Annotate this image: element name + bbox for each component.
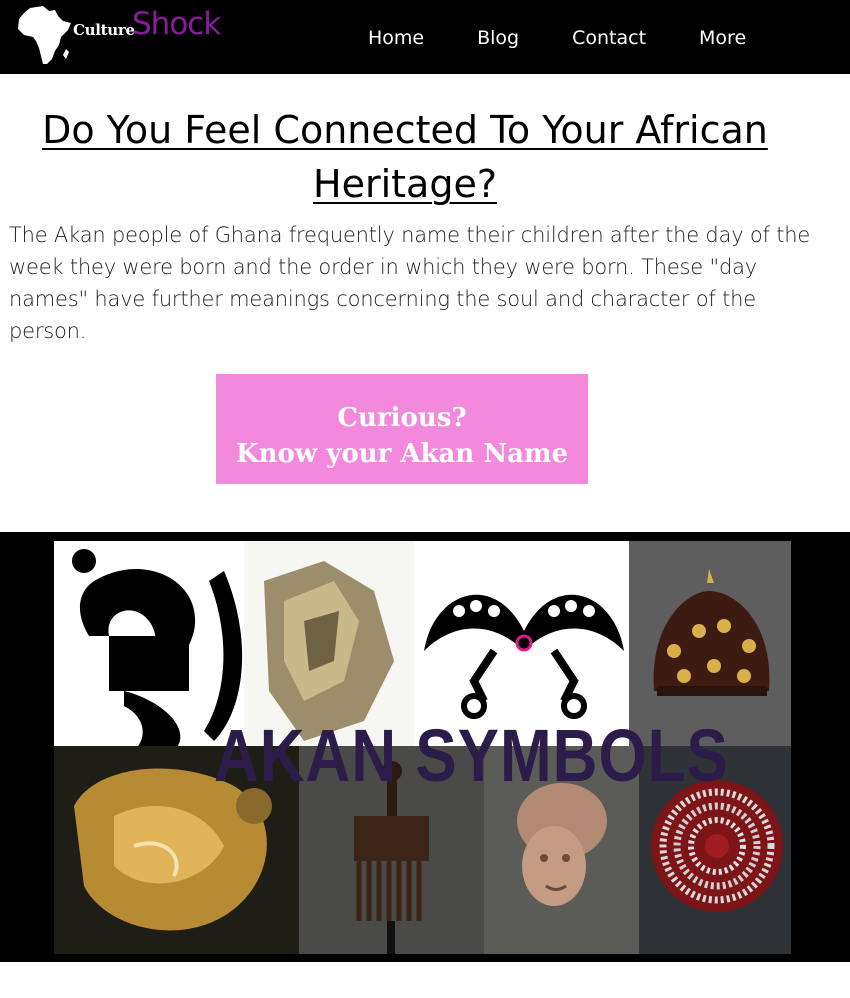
navbar: Culture Shock Home Blog Contact More — [0, 0, 850, 74]
cta-line-1: Curious? — [337, 402, 467, 433]
nav-home-link[interactable]: Home — [368, 27, 424, 49]
site-logo[interactable]: Culture Shock — [16, 4, 246, 68]
africa-map-icon — [18, 6, 71, 64]
logo-shock-text: Shock — [132, 6, 221, 42]
cta-line-2: Know your Akan Name — [235, 438, 569, 469]
intro-paragraph: The Akan people of Ghana frequently name… — [9, 223, 811, 343]
page-title-text: Do You Feel Connected To Your African He… — [42, 108, 768, 206]
nav-contact-link[interactable]: Contact — [572, 27, 646, 49]
page-title: Do You Feel Connected To Your African He… — [0, 103, 810, 211]
logo-culture-text: Culture — [73, 21, 135, 39]
akan-symbols-video[interactable]: AKAN SYMBOLS — [0, 532, 850, 962]
akan-name-button[interactable]: Curious? Know your Akan Name — [216, 374, 588, 484]
nav-blog-link[interactable]: Blog — [477, 27, 519, 49]
akan-symbols-collage: AKAN SYMBOLS — [54, 541, 791, 954]
main-nav: Home Blog Contact More — [368, 27, 799, 49]
nav-more-link[interactable]: More — [699, 27, 746, 49]
akan-symbols-overlay-text: AKAN SYMBOLS — [214, 715, 729, 798]
